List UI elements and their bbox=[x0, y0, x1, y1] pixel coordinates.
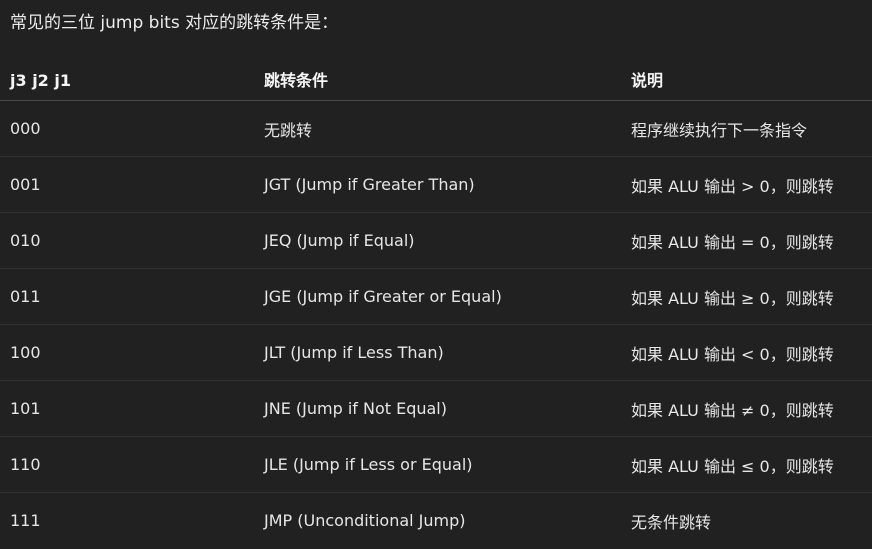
cell-jump-bits: 100 bbox=[0, 324, 254, 381]
table-row: 000 无跳转 程序继续执行下一条指令 bbox=[0, 100, 872, 157]
cell-jump-bits: 011 bbox=[0, 268, 254, 325]
cell-description: 如果 ALU 输出 < 0，则跳转 bbox=[621, 324, 872, 381]
cell-jump-condition: JNE (Jump if Not Equal) bbox=[254, 380, 621, 437]
table-row: 010 JEQ (Jump if Equal) 如果 ALU 输出 = 0，则跳… bbox=[0, 212, 872, 269]
cell-jump-condition: JLT (Jump if Less Than) bbox=[254, 324, 621, 381]
cell-jump-bits: 111 bbox=[10, 511, 41, 530]
cell-jump-bits: 000 bbox=[0, 100, 254, 157]
table-row: 001 JGT (Jump if Greater Than) 如果 ALU 输出… bbox=[0, 156, 872, 213]
table-row: 110 JLE (Jump if Less or Equal) 如果 ALU 输… bbox=[0, 436, 872, 493]
cell-jump-condition: JLE (Jump if Less or Equal) bbox=[254, 436, 621, 493]
cell-jump-condition: JMP (Unconditional Jump) bbox=[264, 511, 466, 530]
cell-jump-condition: JGE (Jump if Greater or Equal) bbox=[254, 268, 621, 325]
cell-description: 如果 ALU 输出 ≥ 0，则跳转 bbox=[621, 268, 872, 325]
table-row: 111 JMP (Unconditional Jump) 无条件跳转 bbox=[0, 493, 872, 549]
cell-description: 如果 ALU 输出 ≠ 0，则跳转 bbox=[621, 380, 872, 437]
cell-description: 如果 ALU 输出 = 0，则跳转 bbox=[621, 212, 872, 269]
header-jump-bits: j3 j2 j1 bbox=[0, 64, 254, 101]
jump-bits-table: j3 j2 j1 跳转条件 说明 000 无跳转 程序继续执行下一条指令 001… bbox=[0, 64, 872, 548]
intro-text: 常见的三位 jump bits 对应的跳转条件是： bbox=[10, 13, 339, 33]
cell-description: 程序继续执行下一条指令 bbox=[621, 100, 872, 157]
cell-description: 如果 ALU 输出 > 0，则跳转 bbox=[621, 156, 872, 213]
table-row: 101 JNE (Jump if Not Equal) 如果 ALU 输出 ≠ … bbox=[0, 380, 872, 437]
cell-description: 无条件跳转 bbox=[631, 512, 712, 532]
cell-description: 如果 ALU 输出 ≤ 0，则跳转 bbox=[621, 436, 872, 493]
header-jump-condition: 跳转条件 bbox=[254, 64, 621, 101]
cell-jump-condition: 无跳转 bbox=[254, 100, 621, 157]
cell-jump-bits: 001 bbox=[0, 156, 254, 213]
cell-jump-bits: 101 bbox=[0, 380, 254, 437]
table-header-row: j3 j2 j1 跳转条件 说明 bbox=[0, 64, 872, 101]
cell-jump-condition: JGT (Jump if Greater Than) bbox=[254, 156, 621, 213]
cell-jump-bits: 010 bbox=[0, 212, 254, 269]
cell-jump-bits: 110 bbox=[0, 436, 254, 493]
table-row: 100 JLT (Jump if Less Than) 如果 ALU 输出 < … bbox=[0, 324, 872, 381]
table-row: 011 JGE (Jump if Greater or Equal) 如果 AL… bbox=[0, 268, 872, 325]
header-description: 说明 bbox=[621, 64, 872, 101]
cell-jump-condition: JEQ (Jump if Equal) bbox=[254, 212, 621, 269]
